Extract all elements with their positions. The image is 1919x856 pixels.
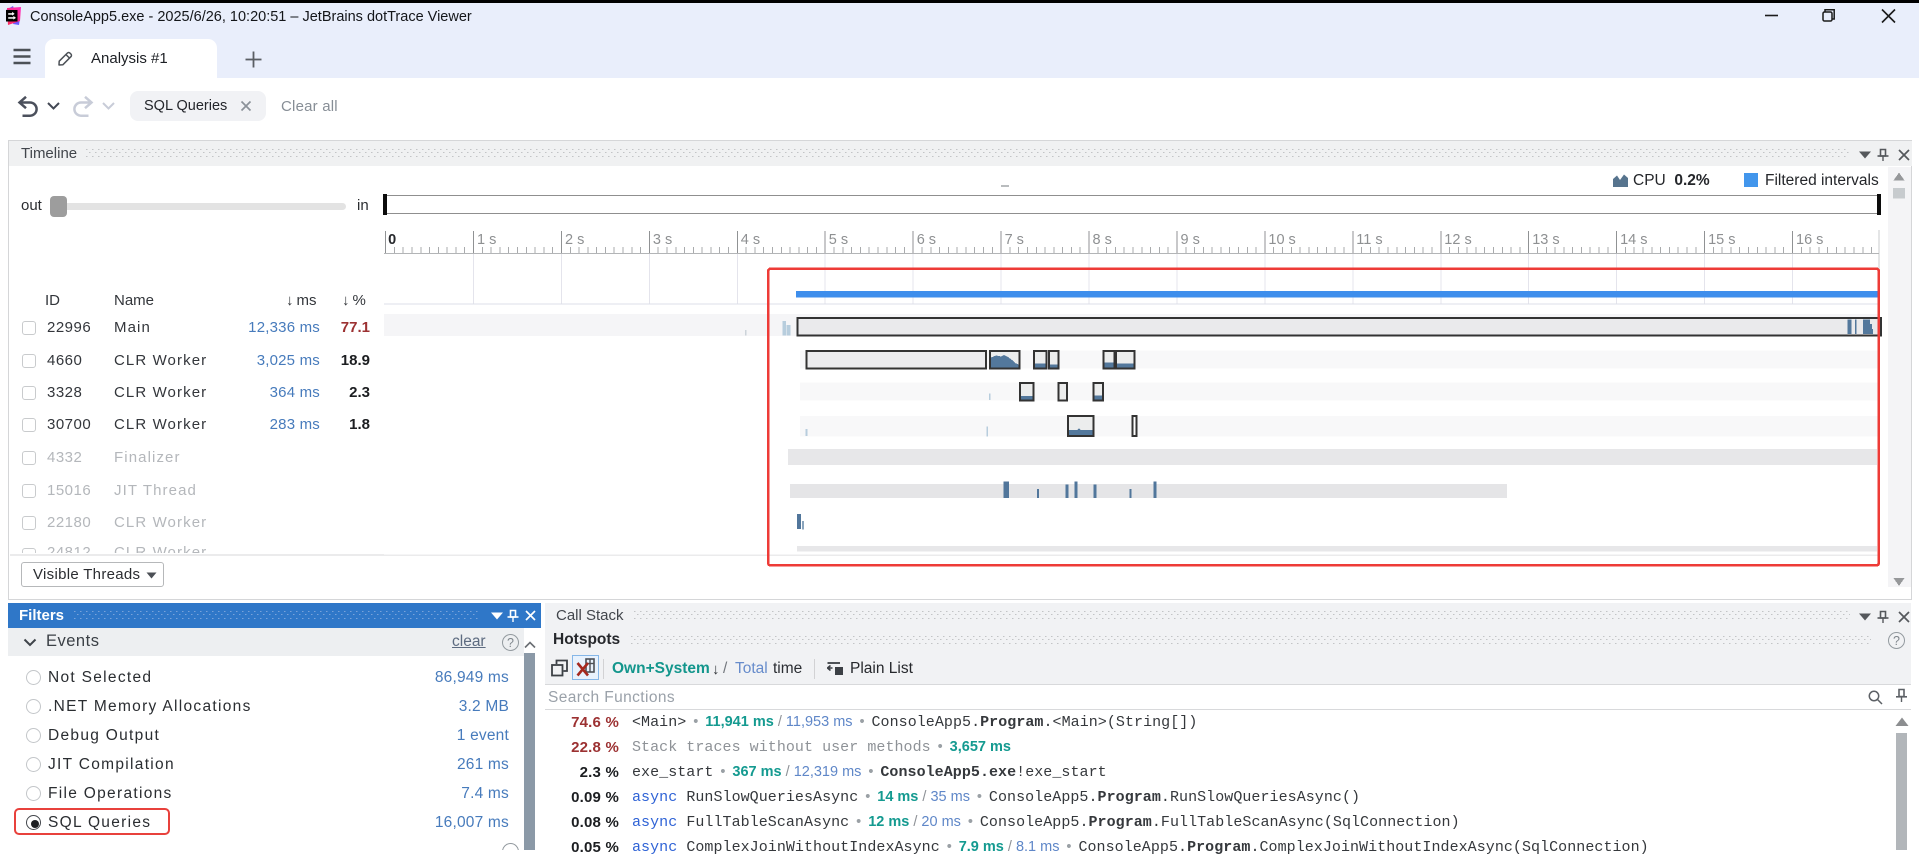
svg-text:10 s: 10 s <box>1268 232 1295 248</box>
svg-text:8 s: 8 s <box>1093 232 1112 248</box>
svg-text:6 s: 6 s <box>917 232 936 248</box>
svg-text:4 s: 4 s <box>741 232 760 248</box>
svg-text:16 s: 16 s <box>1796 232 1823 248</box>
svg-text:3 s: 3 s <box>653 232 672 248</box>
svg-text:9 s: 9 s <box>1181 232 1200 248</box>
svg-text:11 s: 11 s <box>1356 232 1382 248</box>
svg-text:2 s: 2 s <box>565 232 584 248</box>
svg-text:0: 0 <box>388 232 396 248</box>
svg-text:5 s: 5 s <box>829 232 848 248</box>
svg-text:1 s: 1 s <box>477 232 496 248</box>
svg-text:15 s: 15 s <box>1708 232 1735 248</box>
svg-text:13 s: 13 s <box>1532 232 1559 248</box>
svg-text:12 s: 12 s <box>1444 232 1471 248</box>
svg-text:14 s: 14 s <box>1620 232 1647 248</box>
svg-text:7 s: 7 s <box>1005 232 1024 248</box>
